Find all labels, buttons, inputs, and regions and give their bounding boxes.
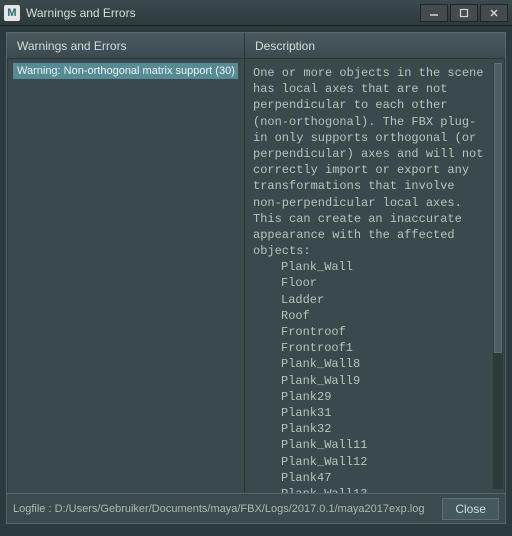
affected-object: Plank32 — [253, 421, 489, 437]
app-icon: M — [4, 5, 20, 21]
affected-object: Plank47 — [253, 470, 489, 486]
description-paragraph: One or more objects in the scene has loc… — [253, 66, 491, 258]
affected-object: Plank_Wall13 — [253, 486, 489, 493]
affected-object: Frontroof — [253, 324, 489, 340]
dialog-body: Warnings and Errors Warning: Non-orthogo… — [6, 32, 506, 524]
warnings-list: Warning: Non-orthogonal matrix support (… — [7, 59, 244, 493]
scrollbar-vertical[interactable] — [493, 63, 503, 489]
description-panel: Description One or more objects in the s… — [245, 33, 505, 493]
titlebar: M Warnings and Errors — [0, 0, 512, 26]
scroll-thumb[interactable] — [494, 63, 502, 353]
panels: Warnings and Errors Warning: Non-orthogo… — [7, 33, 505, 493]
warning-item[interactable]: Warning: Non-orthogonal matrix support (… — [13, 63, 238, 79]
affected-object: Plank_Wall12 — [253, 454, 489, 470]
close-button[interactable]: Close — [442, 498, 499, 520]
affected-object: Plank_Wall11 — [253, 437, 489, 453]
affected-object: Floor — [253, 275, 489, 291]
affected-object: Frontroof1 — [253, 340, 489, 356]
affected-object: Plank31 — [253, 405, 489, 421]
description-body: One or more objects in the scene has loc… — [245, 59, 505, 493]
affected-object: Plank_Wall8 — [253, 356, 489, 372]
affected-object: Plank_Wall — [253, 259, 489, 275]
footer: Logfile : D:/Users/Gebruiker/Documents/m… — [7, 493, 505, 523]
warnings-header: Warnings and Errors — [7, 33, 244, 59]
affected-object: Ladder — [253, 292, 489, 308]
affected-objects-list: Plank_WallFloorLadderRoofFrontroofFrontr… — [253, 259, 489, 493]
close-window-button[interactable] — [480, 4, 508, 22]
maximize-button[interactable] — [450, 4, 478, 22]
description-text: One or more objects in the scene has loc… — [245, 59, 505, 493]
warnings-panel: Warnings and Errors Warning: Non-orthogo… — [7, 33, 245, 493]
affected-object: Roof — [253, 308, 489, 324]
logfile-path: Logfile : D:/Users/Gebruiker/Documents/m… — [13, 503, 434, 515]
window-title: Warnings and Errors — [26, 6, 418, 20]
affected-object: Plank29 — [253, 389, 489, 405]
description-header: Description — [245, 33, 505, 59]
minimize-button[interactable] — [420, 4, 448, 22]
window-buttons — [418, 4, 508, 22]
affected-object: Plank_Wall9 — [253, 373, 489, 389]
